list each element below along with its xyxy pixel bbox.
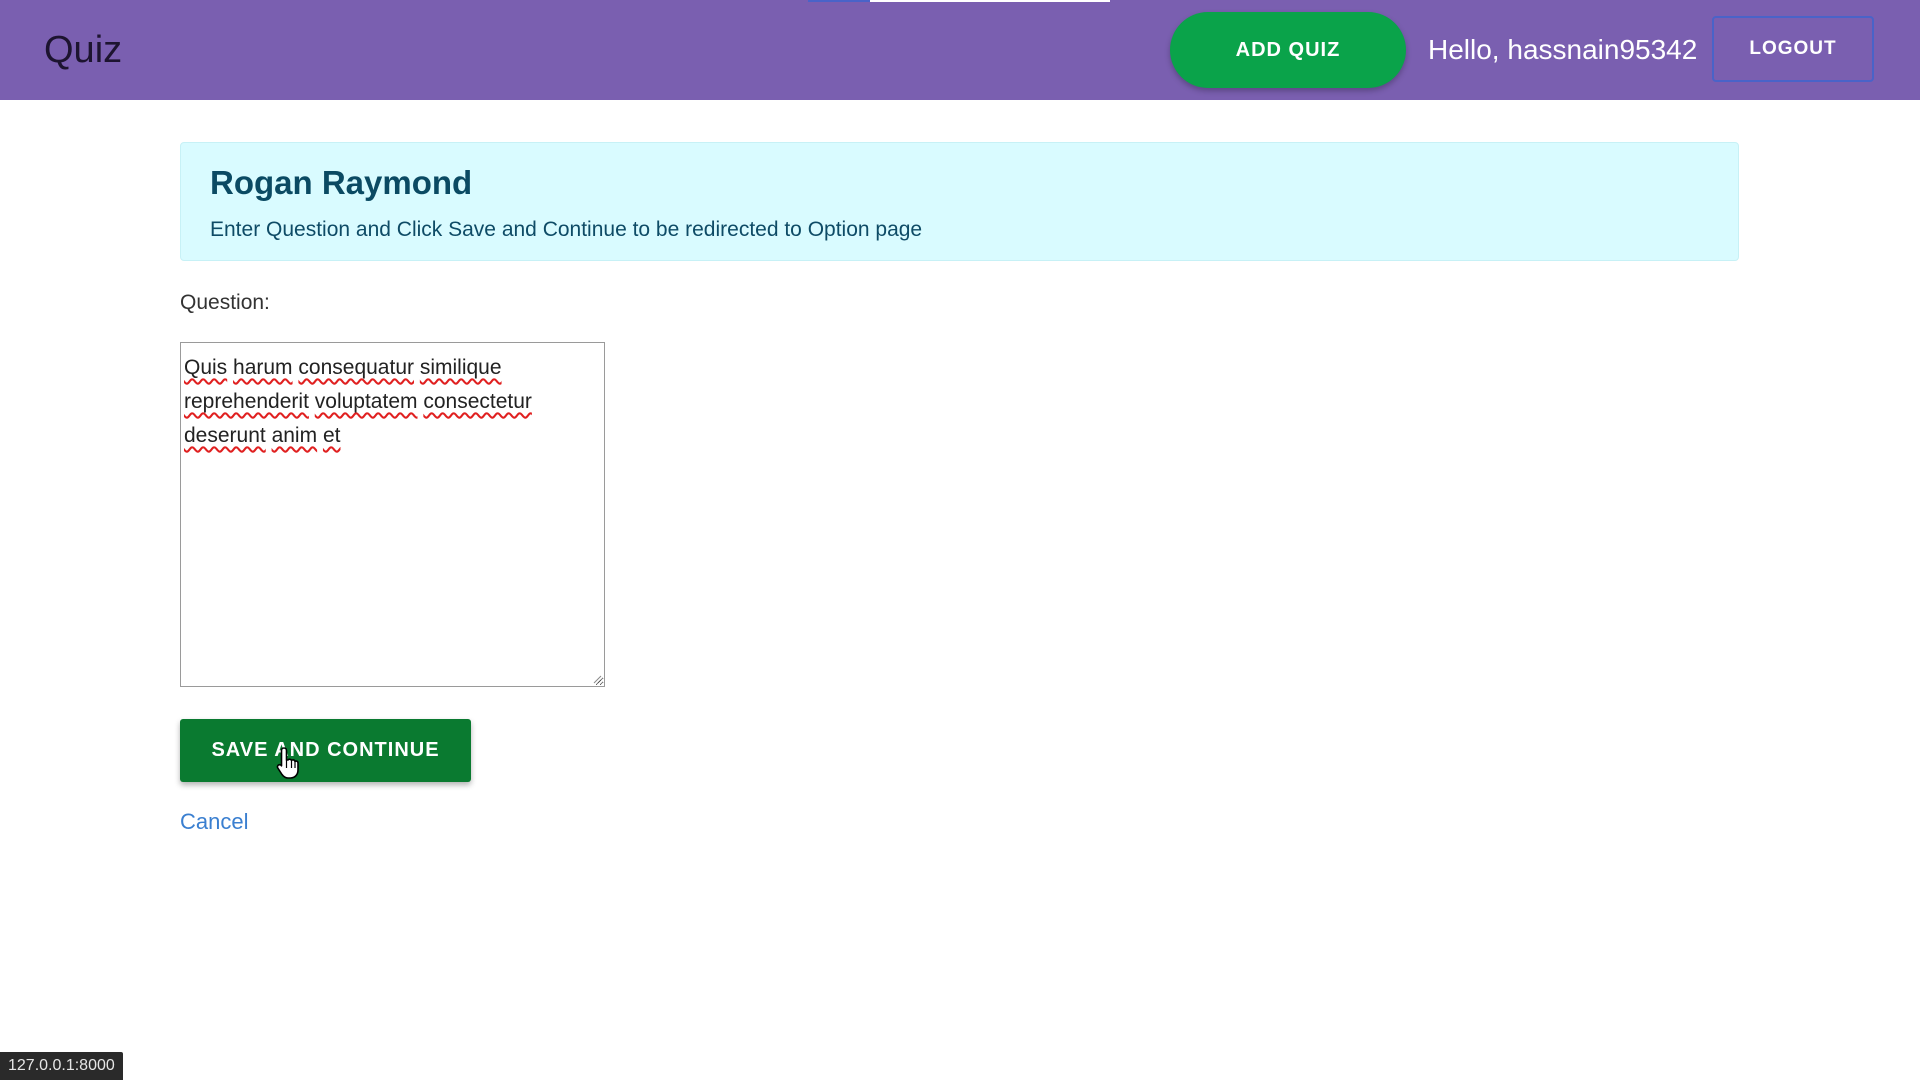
question-label: Question: xyxy=(180,291,270,314)
question-word: Quis xyxy=(184,356,228,379)
question-word: consequatur xyxy=(298,356,414,379)
add-quiz-button[interactable]: ADD QUIZ xyxy=(1170,12,1406,88)
question-word: voluptatem xyxy=(314,390,418,413)
question-word: anim xyxy=(271,424,318,447)
user-greeting: Hello, hassnain95342 xyxy=(1428,34,1698,65)
hand-pointer-icon xyxy=(276,747,299,779)
question-textarea[interactable]: Quis harum consequatur similique reprehe… xyxy=(180,342,605,687)
page-loading-bar-progress xyxy=(808,0,870,2)
logout-button[interactable]: LOGOUT xyxy=(1712,16,1874,82)
instruction-text: Enter Question and Click Save and Contin… xyxy=(210,218,923,241)
question-text: Quis harum consequatur similique reprehe… xyxy=(184,356,532,447)
resize-grip-icon[interactable] xyxy=(592,674,602,684)
brand-title[interactable]: Quiz xyxy=(44,28,122,72)
quiz-info-panel: Rogan Raymond Enter Question and Click S… xyxy=(180,142,1739,261)
question-word: reprehenderit xyxy=(184,390,309,413)
question-word: harum xyxy=(233,356,293,379)
question-word: similique xyxy=(419,356,502,379)
cancel-link[interactable]: Cancel xyxy=(180,809,248,835)
quiz-title: Rogan Raymond xyxy=(210,164,473,201)
page-loading-bar xyxy=(808,0,1110,2)
save-and-continue-button[interactable]: SAVE AND CONTINUE xyxy=(180,719,471,782)
navbar: Quiz ADD QUIZ Hello, hassnain95342 LOGOU… xyxy=(0,0,1920,100)
question-word: consectetur xyxy=(423,390,532,413)
question-word: et xyxy=(322,424,341,447)
status-bar-url: 127.0.0.1:8000 xyxy=(0,1052,123,1080)
question-word: deserunt xyxy=(184,424,266,447)
